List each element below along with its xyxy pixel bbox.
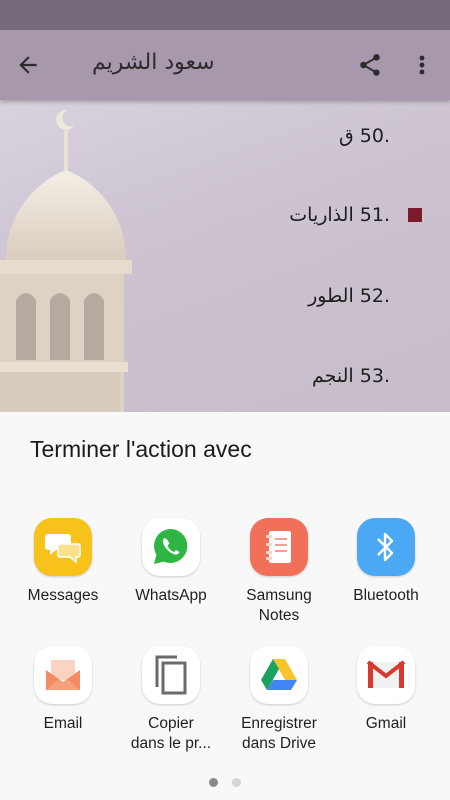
more-options-icon[interactable] [408,47,436,83]
share-target-label: Samsung Notes [246,587,312,624]
status-bar [0,0,450,30]
share-target-label: Email [43,715,83,732]
app-toolbar: سعود الشريم [0,30,450,100]
email-icon [34,646,92,704]
sura-item-50[interactable]: .50 ق [339,125,390,147]
mosque-minaret-illustration [0,109,132,412]
share-sheet-title: Terminer l'action avec [30,436,252,462]
share-target-bluetooth[interactable]: Bluetooth [332,518,440,606]
page-dot-active[interactable] [209,778,218,787]
share-target-samsung-notes[interactable]: Samsung Notes [225,518,333,626]
back-arrow-icon[interactable] [10,47,46,83]
share-target-drive[interactable]: Enregistrer dans Drive [225,646,333,754]
page-dot[interactable] [232,778,241,787]
share-target-label: Gmail [365,715,407,732]
samsung-notes-icon [250,518,308,576]
share-target-copy[interactable]: Copier dans le pr... [117,646,225,754]
share-target-label: Messages [27,587,99,604]
share-target-whatsapp[interactable]: WhatsApp [117,518,225,606]
bluetooth-icon [357,518,415,576]
page-indicator [0,778,450,787]
sura-item-51[interactable]: .51 الذاريات [289,204,390,226]
share-target-label: WhatsApp [135,587,207,604]
copy-icon [142,646,200,704]
drive-icon [250,646,308,704]
share-target-email[interactable]: Email [9,646,117,734]
share-target-messages[interactable]: Messages [9,518,117,606]
page-title: سعود الشريم [92,50,215,75]
whatsapp-icon [142,518,200,576]
share-icon[interactable] [352,47,388,83]
gmail-icon [357,646,415,704]
messages-icon [34,518,92,576]
sura-list: .50 ق .51 الذاريات .52 الطور .53 النجم [0,100,450,412]
current-sura-marker [408,208,422,222]
sura-item-53[interactable]: .53 النجم [312,365,390,387]
share-target-label: Copier dans le pr... [130,715,212,752]
share-target-label: Enregistrer dans Drive [241,715,317,752]
share-sheet: Terminer l'action avec Messages WhatsApp [0,412,450,800]
share-target-label: Bluetooth [353,587,419,604]
sura-item-52[interactable]: .52 الطور [308,285,390,307]
share-target-gmail[interactable]: Gmail [332,646,440,734]
